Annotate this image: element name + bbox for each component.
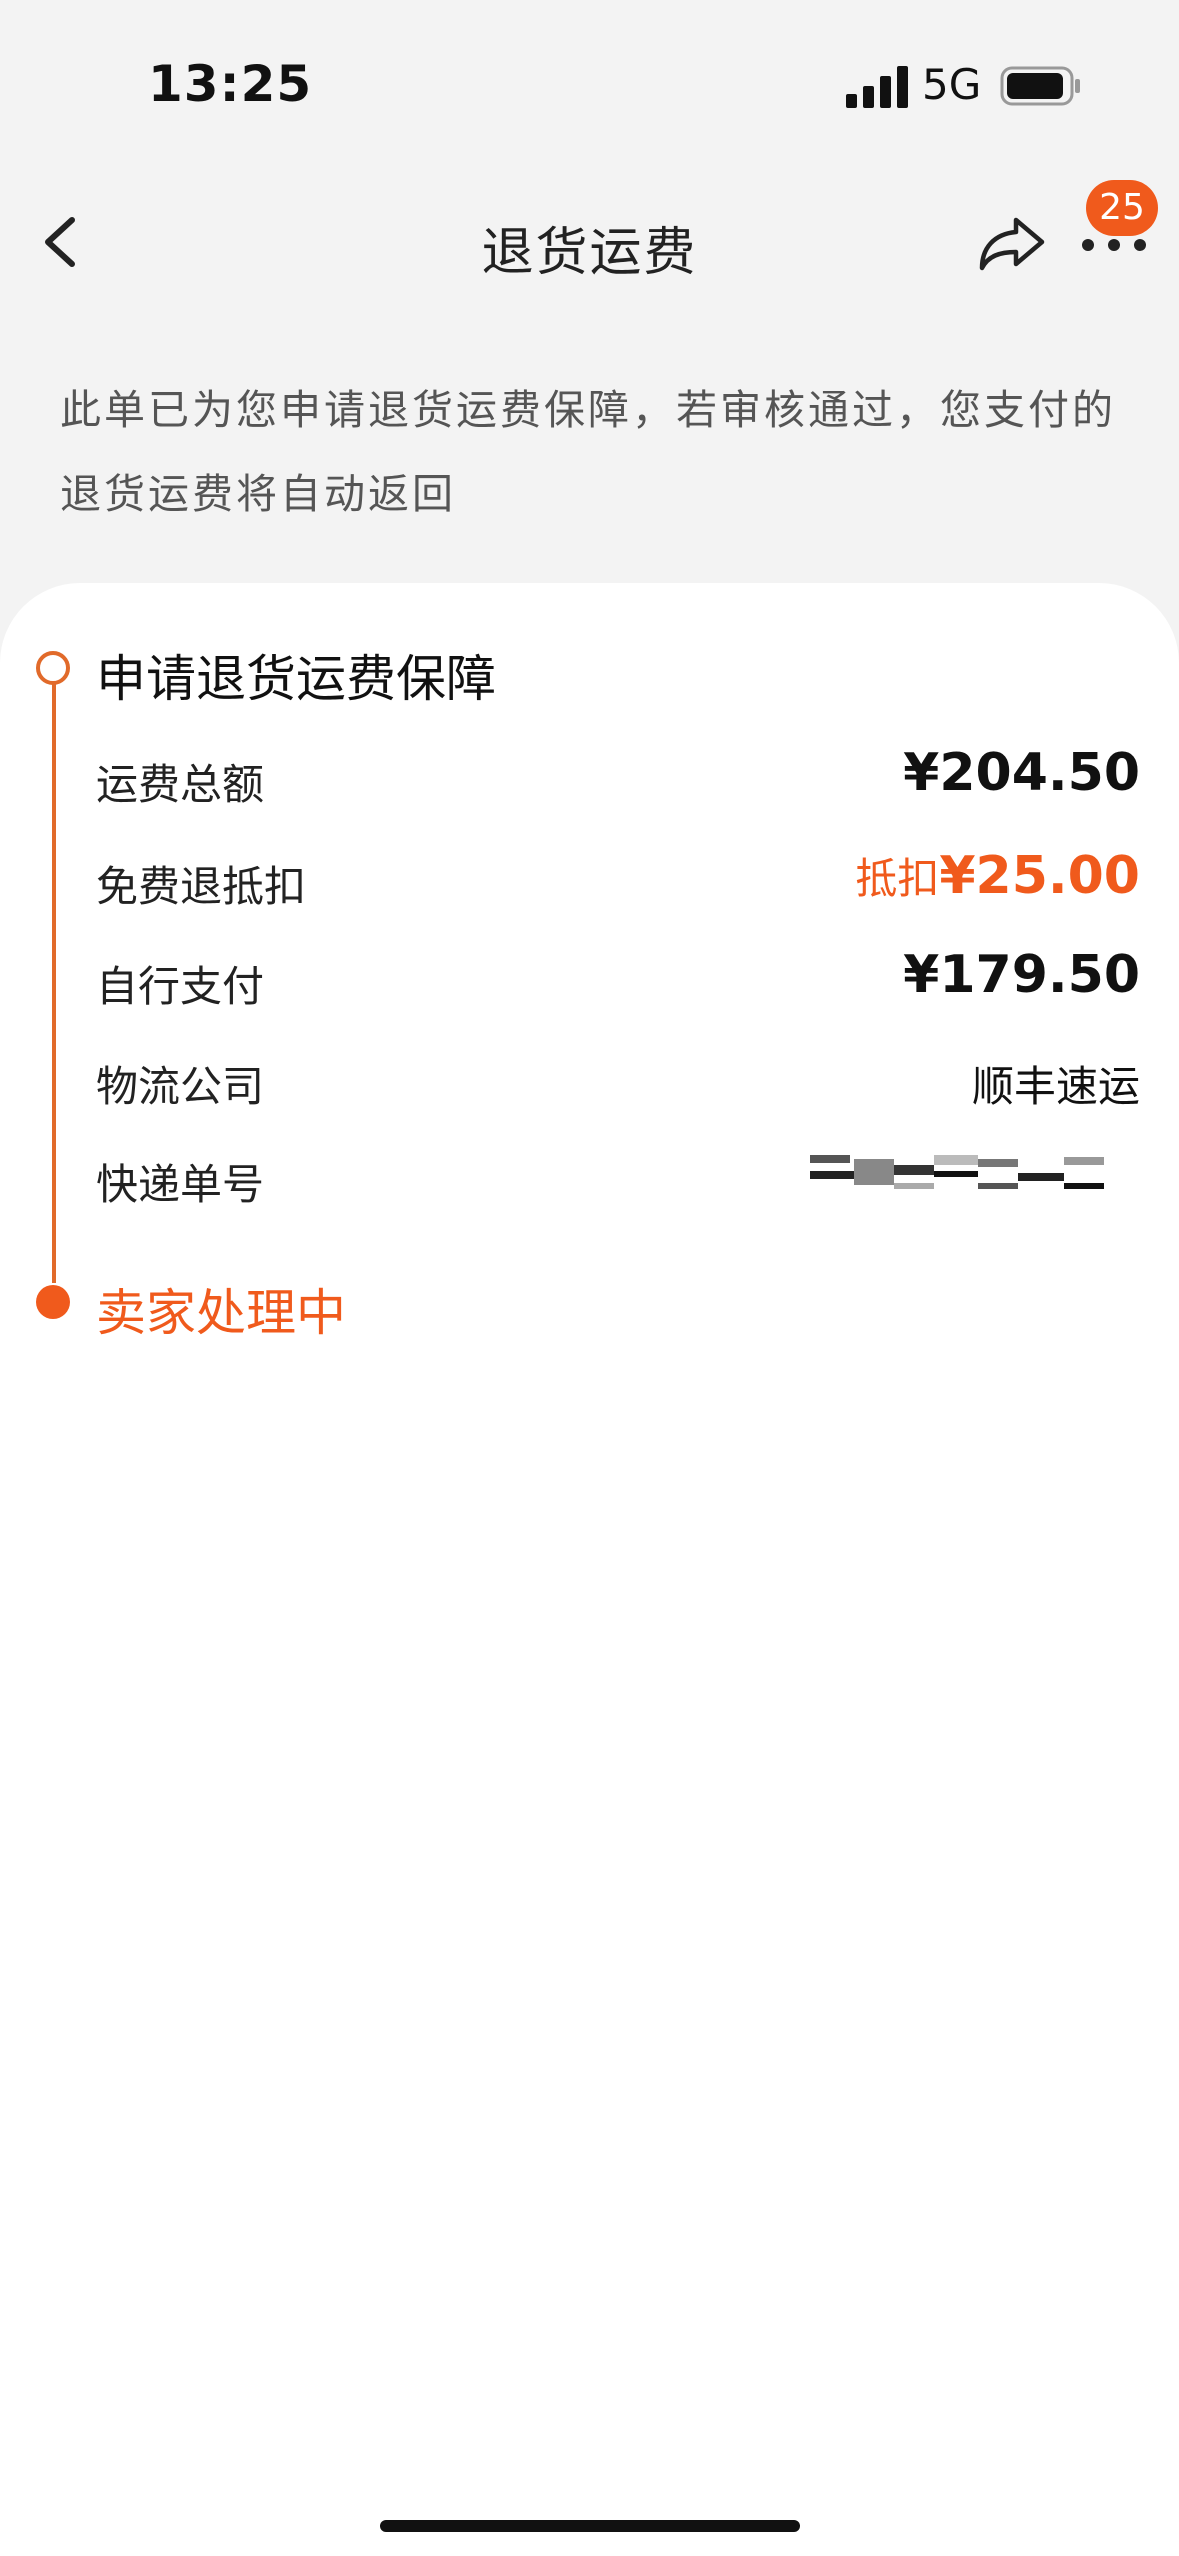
- row-carrier: 物流公司 顺丰速运: [96, 1045, 1140, 1115]
- notice-text: 此单已为您申请退货运费保障，若审核通过，您支付的退货运费将自动返回: [60, 386, 1116, 518]
- carrier-label: 物流公司: [96, 1062, 265, 1111]
- row-tracking: 快递单号: [96, 1143, 1140, 1213]
- detail-card: 申请退货运费保障 运费总额 ¥204.50 免费退抵扣 抵扣¥25.00 自行支…: [0, 583, 1179, 2556]
- row-total-fee: 运费总额 ¥204.50: [96, 743, 1140, 813]
- status-bar: 13:25 5G: [0, 0, 1179, 170]
- status-time: 13:25: [148, 55, 313, 113]
- signal-icon: [846, 66, 908, 108]
- message-count-badge: 25: [1086, 180, 1158, 236]
- network-type: 5G: [922, 60, 982, 109]
- share-icon[interactable]: [976, 212, 1048, 272]
- row-self-pay: 自行支付 ¥179.50: [96, 945, 1140, 1015]
- self-pay-label: 自行支付: [96, 962, 265, 1011]
- home-indicator[interactable]: [380, 2520, 800, 2532]
- timeline-line: [52, 668, 56, 1283]
- total-fee-label: 运费总额: [96, 760, 265, 809]
- self-pay-value: ¥179.50: [903, 945, 1140, 1005]
- carrier-value: 顺丰速运: [971, 1062, 1140, 1111]
- free-return-amount: ¥25.00: [939, 846, 1140, 906]
- timeline-step-seller-processing: 卖家处理中: [96, 1284, 346, 1342]
- tracking-number-redacted[interactable]: [810, 1153, 1140, 1197]
- timeline-step-apply: 申请退货运费保障: [96, 650, 496, 708]
- tracking-label: 快递单号: [96, 1160, 265, 1209]
- row-free-return: 免费退抵扣 抵扣¥25.00: [96, 845, 1140, 915]
- free-return-label: 免费退抵扣: [96, 862, 307, 911]
- free-return-value: 抵扣¥25.00: [855, 845, 1140, 906]
- battery-icon: [1000, 66, 1080, 106]
- free-return-prefix: 抵扣: [855, 854, 940, 903]
- timeline-node-completed: [36, 651, 70, 685]
- timeline-node-active: [36, 1285, 70, 1319]
- navigation-bar: 退货运费 25: [0, 170, 1179, 310]
- total-fee-value: ¥204.50: [903, 743, 1140, 803]
